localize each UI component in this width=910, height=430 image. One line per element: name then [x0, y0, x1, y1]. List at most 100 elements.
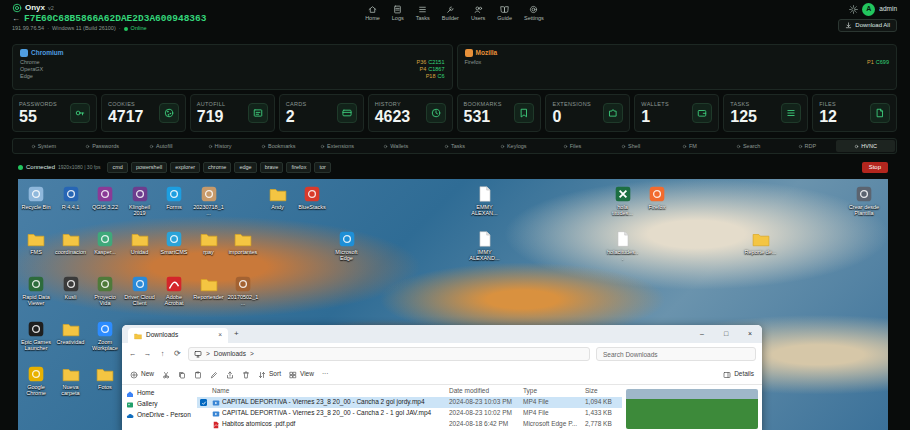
- nav-item[interactable]: Users: [466, 4, 490, 23]
- row-checkbox[interactable]: [200, 421, 207, 428]
- desktop-icon[interactable]: Firefox: [641, 185, 673, 210]
- column-header[interactable]: Date modified: [449, 387, 523, 395]
- search-field[interactable]: [596, 347, 756, 361]
- desktop-icon[interactable]: SmartCMS: [158, 230, 190, 255]
- forward-button[interactable]: →: [143, 349, 152, 358]
- breadcrumb-separator[interactable]: >: [250, 350, 254, 358]
- minimize-button[interactable]: –: [690, 325, 714, 343]
- stat-card[interactable]: EXTENSIONS0: [545, 94, 630, 132]
- launcher-chip[interactable]: tor: [314, 162, 330, 173]
- user-avatar[interactable]: A: [862, 3, 875, 16]
- launcher-chip[interactable]: edge: [234, 162, 256, 173]
- column-header[interactable]: Type: [523, 387, 585, 395]
- tab[interactable]: Autofill: [131, 140, 190, 152]
- desktop-icon[interactable]: Crear desde Plantilla: [848, 185, 880, 216]
- paste-icon[interactable]: [194, 371, 202, 379]
- cut-icon[interactable]: [162, 371, 170, 379]
- column-header[interactable]: Size: [585, 387, 619, 395]
- launcher-chip[interactable]: brave: [260, 162, 284, 173]
- launcher-chip[interactable]: cmd: [107, 162, 127, 173]
- launcher-chip[interactable]: explorer: [170, 162, 200, 173]
- tab[interactable]: Keylogs: [484, 140, 543, 152]
- tab[interactable]: Shell: [601, 140, 660, 152]
- tab[interactable]: RDP: [778, 140, 837, 152]
- launcher-chip[interactable]: firefox: [286, 162, 311, 173]
- desktop-icon[interactable]: Recycle Bin: [20, 185, 52, 210]
- desktop-icon[interactable]: QGIS 3.22: [89, 185, 121, 210]
- desktop-icon[interactable]: Microsoft Edge: [331, 230, 363, 261]
- row-checkbox[interactable]: [200, 399, 207, 406]
- desktop-icon[interactable]: Driver Cloud Client: [124, 275, 156, 306]
- tab-close-button[interactable]: ×: [218, 331, 222, 339]
- tab[interactable]: Wallets: [366, 140, 425, 152]
- trash-icon[interactable]: [242, 371, 250, 379]
- column-header[interactable]: Name: [212, 387, 449, 395]
- rename-icon[interactable]: [210, 371, 218, 379]
- tab[interactable]: FM: [660, 140, 719, 152]
- desktop-icon[interactable]: BlueStacks: [296, 185, 328, 210]
- desktop-icon[interactable]: holacitudes...: [607, 230, 639, 261]
- stat-card[interactable]: AUTOFILL719: [190, 94, 275, 132]
- maximize-button[interactable]: □: [714, 325, 738, 343]
- sidebar-item[interactable]: OneDrive - Person: [126, 410, 193, 421]
- desktop-icon[interactable]: Reportesder: [193, 275, 225, 300]
- nav-item[interactable]: Tasks: [411, 4, 435, 23]
- desktop-icon[interactable]: IMMY ALEXAND...: [469, 230, 501, 261]
- file-row[interactable]: Habitos atomicos .pdf.pdf2024-08-18 6:42…: [197, 419, 622, 430]
- desktop-icon[interactable]: R 4.4.1: [55, 185, 87, 210]
- desktop-icon[interactable]: Google Chrome: [20, 365, 52, 396]
- nav-item[interactable]: Home: [360, 4, 385, 23]
- details-button[interactable]: Details: [723, 370, 754, 378]
- desktop-icon[interactable]: Epic Games Launcher: [20, 320, 52, 351]
- desktop-icon[interactable]: Klingbeil 2019: [124, 185, 156, 216]
- tab[interactable]: Passwords: [73, 140, 132, 152]
- desktop-icon[interactable]: Unidad: [124, 230, 156, 255]
- stop-button[interactable]: Stop: [862, 162, 888, 174]
- user-menu[interactable]: Aadmin: [849, 3, 897, 16]
- tab[interactable]: HVNC: [836, 140, 895, 152]
- browser-row[interactable]: OperaGXP4C1867: [20, 66, 445, 73]
- desktop-icon[interactable]: EMMY ALEXAN...: [469, 185, 501, 216]
- tab[interactable]: Files: [543, 140, 602, 152]
- nav-item[interactable]: Logs: [387, 4, 409, 23]
- desktop-icon[interactable]: Andy: [262, 185, 294, 210]
- up-button[interactable]: ↑: [158, 349, 167, 358]
- logo[interactable]: Onyxv2: [12, 3, 360, 13]
- tab[interactable]: History: [190, 140, 249, 152]
- breadcrumb[interactable]: Downloads: [214, 350, 246, 358]
- launcher-chip[interactable]: powershell: [131, 162, 167, 173]
- desktop-icon[interactable]: Adobe Acrobat: [158, 275, 190, 306]
- sidebar-item[interactable]: Home: [126, 388, 193, 399]
- download-all-button[interactable]: Download All: [838, 19, 897, 32]
- stat-card[interactable]: BOOKMARKS531: [457, 94, 542, 132]
- desktop-icon[interactable]: Kasper...: [89, 230, 121, 255]
- nav-item[interactable]: Builder: [437, 4, 464, 23]
- tab[interactable]: Search: [719, 140, 778, 152]
- browser-row[interactable]: FirefoxP1C699: [465, 59, 890, 66]
- desktop-icon[interactable]: FMS: [20, 230, 52, 255]
- desktop-icon[interactable]: rpay: [193, 230, 225, 255]
- new-tab-button[interactable]: +: [234, 329, 239, 339]
- share-icon[interactable]: [226, 371, 234, 379]
- desktop-icon[interactable]: 20170502_1...: [227, 275, 259, 306]
- desktop-icon[interactable]: Proyecto Vida: [89, 275, 121, 306]
- remote-desktop[interactable]: Recycle BinR 4.4.1QGIS 3.22Klingbeil 201…: [18, 179, 888, 430]
- desktop-icon[interactable]: 20230718_1...: [193, 185, 225, 216]
- back-button[interactable]: ←: [12, 14, 20, 24]
- desktop-icon[interactable]: hola titudes...: [607, 185, 639, 216]
- stat-card[interactable]: WALLETS1: [634, 94, 719, 132]
- desktop-icon[interactable]: Nueva carpeta: [55, 365, 87, 396]
- stat-card[interactable]: COOKIES4717: [101, 94, 186, 132]
- file-row[interactable]: CAPITAL DEPORTIVA - Viernes 23_8 20_00 -…: [197, 397, 622, 408]
- desktop-icon[interactable]: Reporte de...: [745, 230, 777, 255]
- desktop-icon[interactable]: Forms: [158, 185, 190, 210]
- desktop-icon[interactable]: Creatividad: [55, 320, 87, 345]
- desktop-icon[interactable]: importantes: [227, 230, 259, 255]
- more-button[interactable]: ···: [322, 370, 329, 378]
- theme-sun-icon[interactable]: [849, 5, 858, 14]
- tab[interactable]: System: [14, 140, 73, 152]
- stat-card[interactable]: CARDS2: [279, 94, 364, 132]
- desktop-icon[interactable]: Zoom Workplace: [89, 320, 121, 351]
- view-button[interactable]: View: [289, 370, 314, 378]
- sidebar-item[interactable]: Gallery: [126, 399, 193, 410]
